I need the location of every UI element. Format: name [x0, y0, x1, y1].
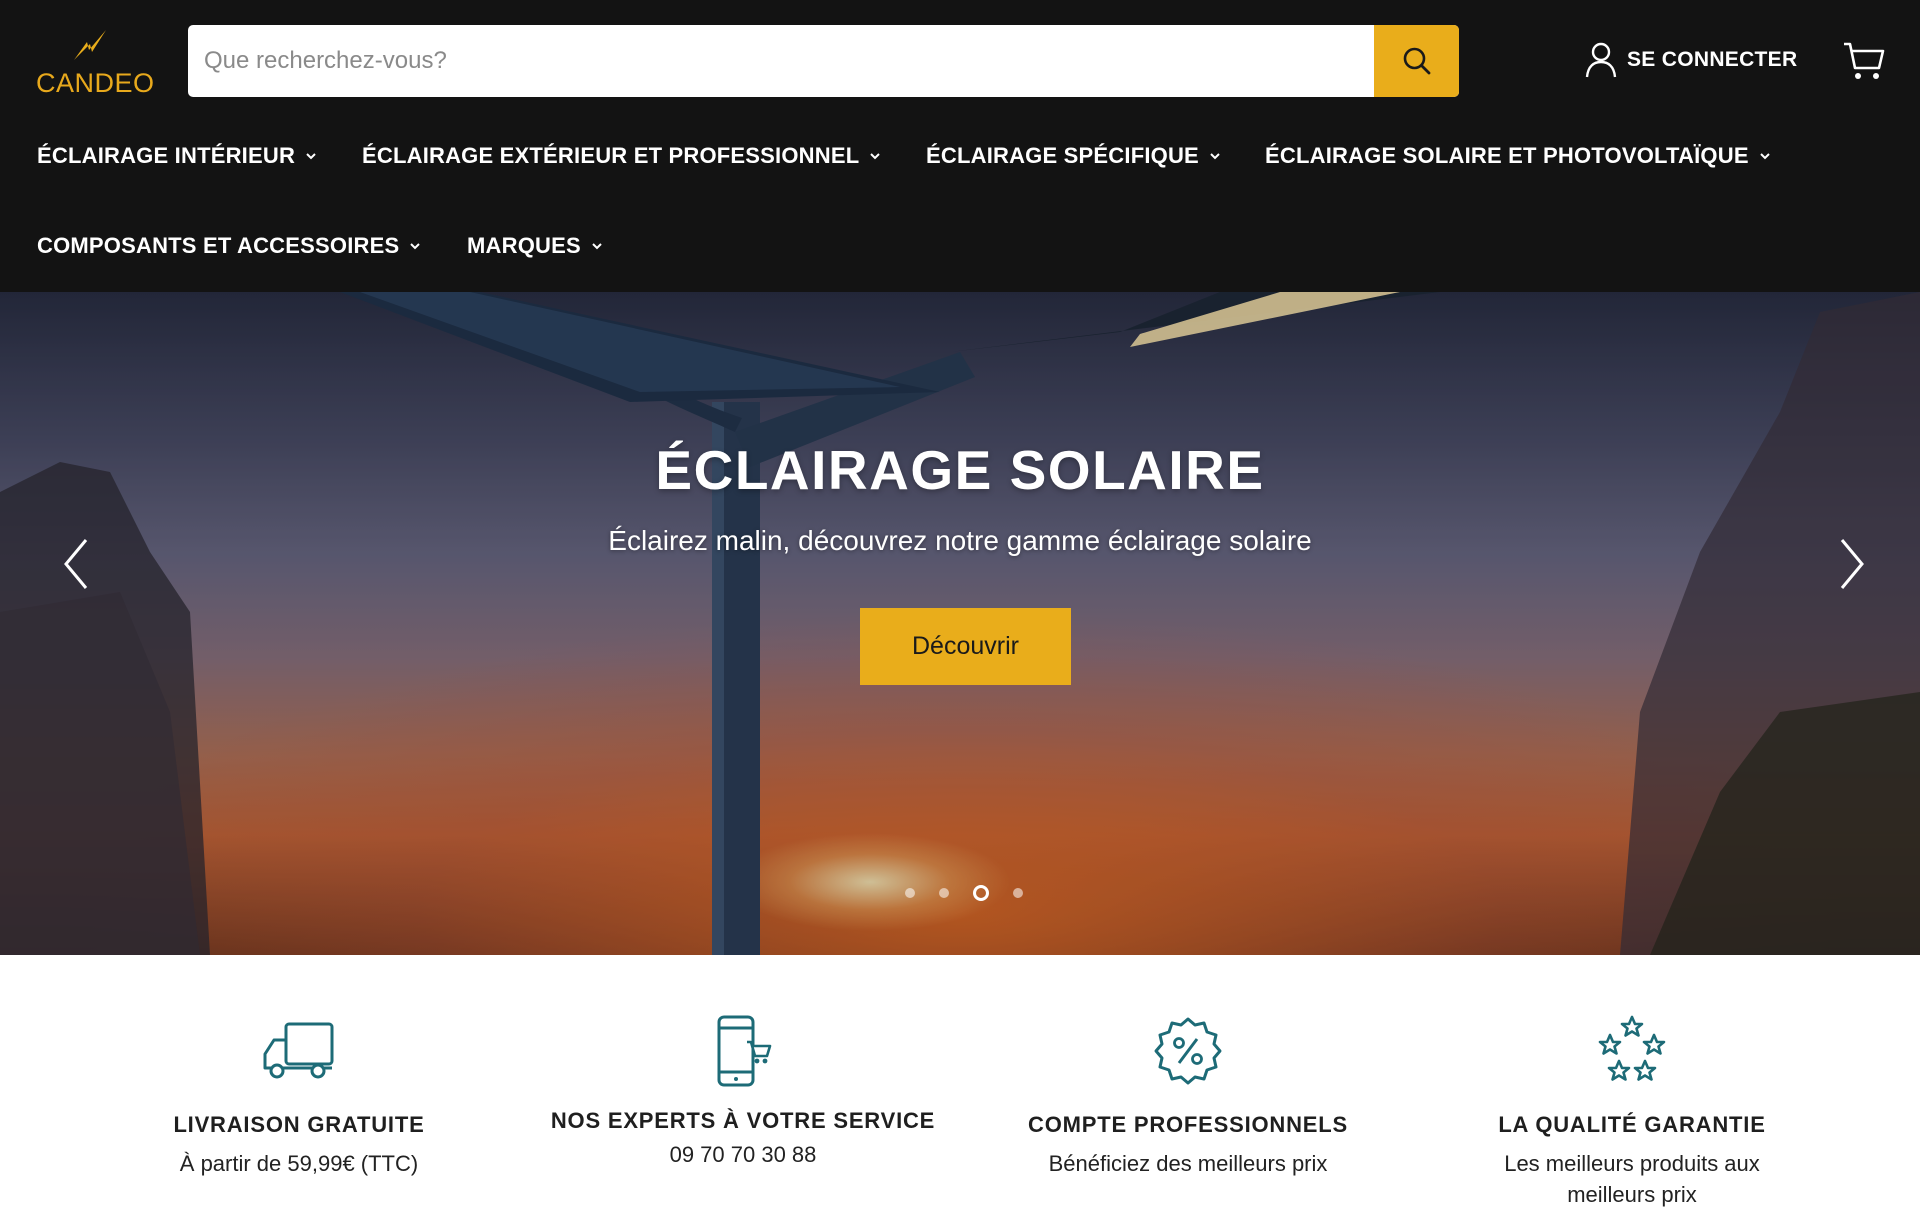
feature-pro-account: COMPTE PROFESSIONNELS Bénéficiez des mei…	[993, 1011, 1383, 1179]
feature-text: À partir de 59,99€ (TTC)	[179, 1151, 419, 1176]
chevron-down-icon	[306, 153, 316, 160]
feature-quality: LA QUALITÉ GARANTIE Les meilleurs produi…	[1437, 1011, 1827, 1210]
nav-item-composants[interactable]: COMPOSANTS ET ACCESSOIRES	[37, 228, 421, 264]
nav-item-label: ÉCLAIRAGE SPÉCIFIQUE	[926, 143, 1199, 168]
slider-dot-active[interactable]	[973, 885, 989, 901]
slider-dot[interactable]	[905, 888, 915, 898]
hero-title: ÉCLAIRAGE SOLAIRE	[655, 439, 1265, 501]
nav-item-label: ÉCLAIRAGE EXTÉRIEUR ET PROFESSIONNEL	[362, 143, 860, 168]
user-icon	[1585, 42, 1617, 78]
cart-button[interactable]	[1842, 40, 1886, 82]
slider-dot[interactable]	[939, 888, 949, 898]
nav-item-marques[interactable]: MARQUES	[467, 228, 603, 264]
logo[interactable]: CANDEO	[34, 28, 154, 98]
login-link[interactable]: SE CONNECTER	[1585, 40, 1797, 80]
feature-title: LA QUALITÉ GARANTIE	[1498, 1112, 1766, 1137]
slider-dots	[905, 885, 1023, 901]
search-bar	[188, 25, 1459, 97]
slider-dot[interactable]	[1013, 888, 1023, 898]
feature-text: 09 70 70 30 88	[669, 1142, 817, 1167]
feature-delivery: LIVRAISON GRATUITE À partir de 59,99€ (T…	[104, 1011, 494, 1179]
chevron-down-icon	[1759, 153, 1770, 160]
nav-item-specifique[interactable]: ÉCLAIRAGE SPÉCIFIQUE	[926, 138, 1221, 174]
login-label: SE CONNECTER	[1627, 48, 1798, 71]
feature-text: Les meilleurs produits aux meilleurs pri…	[1504, 1151, 1760, 1207]
slider-next-button[interactable]	[1830, 534, 1870, 594]
logo-text: CANDEO	[36, 68, 155, 98]
hero-subtitle: Éclairez malin, découvrez notre gamme éc…	[608, 525, 1312, 556]
search-button[interactable]	[1374, 25, 1459, 97]
chevron-left-icon	[64, 539, 88, 589]
site-header: CANDEO SE CONNECTER ÉCLAIRAGE INTÉRIEUR	[0, 0, 1920, 292]
chevron-down-icon	[1210, 153, 1220, 160]
mobile-shop-icon	[717, 1015, 772, 1087]
nav-item-label: MARQUES	[467, 233, 581, 258]
feature-title: LIVRAISON GRATUITE	[173, 1112, 425, 1137]
nav-item-label: COMPOSANTS ET ACCESSOIRES	[37, 233, 400, 258]
cart-icon	[1844, 42, 1885, 79]
search-input[interactable]	[188, 25, 1374, 97]
hero-slider: ÉCLAIRAGE SOLAIRE Éclairez malin, découv…	[0, 292, 1920, 955]
chevron-right-icon	[1840, 539, 1864, 589]
delivery-truck-icon	[263, 1022, 334, 1079]
chevron-down-icon	[592, 243, 602, 250]
slider-prev-button[interactable]	[58, 534, 98, 594]
nav-item-label: ÉCLAIRAGE SOLAIRE ET PHOTOVOLTAÏQUE	[1265, 143, 1749, 168]
nav-item-interieur[interactable]: ÉCLAIRAGE INTÉRIEUR	[37, 138, 317, 174]
search-icon	[1403, 47, 1430, 75]
features-strip: LIVRAISON GRATUITE À partir de 59,99€ (T…	[0, 955, 1920, 1207]
lightning-logo-icon	[74, 30, 106, 60]
discount-badge-icon	[1154, 1017, 1222, 1085]
nav-item-exterieur[interactable]: ÉCLAIRAGE EXTÉRIEUR ET PROFESSIONNEL	[362, 138, 881, 174]
chevron-down-icon	[410, 243, 421, 250]
feature-title: COMPTE PROFESSIONNELS	[1028, 1112, 1348, 1137]
discover-button[interactable]: Découvrir	[860, 608, 1071, 685]
nav-item-label: ÉCLAIRAGE INTÉRIEUR	[37, 143, 296, 168]
nav-item-solaire[interactable]: ÉCLAIRAGE SOLAIRE ET PHOTOVOLTAÏQUE	[1265, 138, 1771, 174]
chevron-down-icon	[870, 153, 881, 160]
feature-title: NOS EXPERTS À VOTRE SERVICE	[550, 1108, 936, 1133]
stars-icon	[1598, 1015, 1666, 1081]
feature-text: Bénéficiez des meilleurs prix	[1048, 1151, 1328, 1176]
feature-experts: NOS EXPERTS À VOTRE SERVICE 09 70 70 30 …	[548, 1011, 938, 1170]
